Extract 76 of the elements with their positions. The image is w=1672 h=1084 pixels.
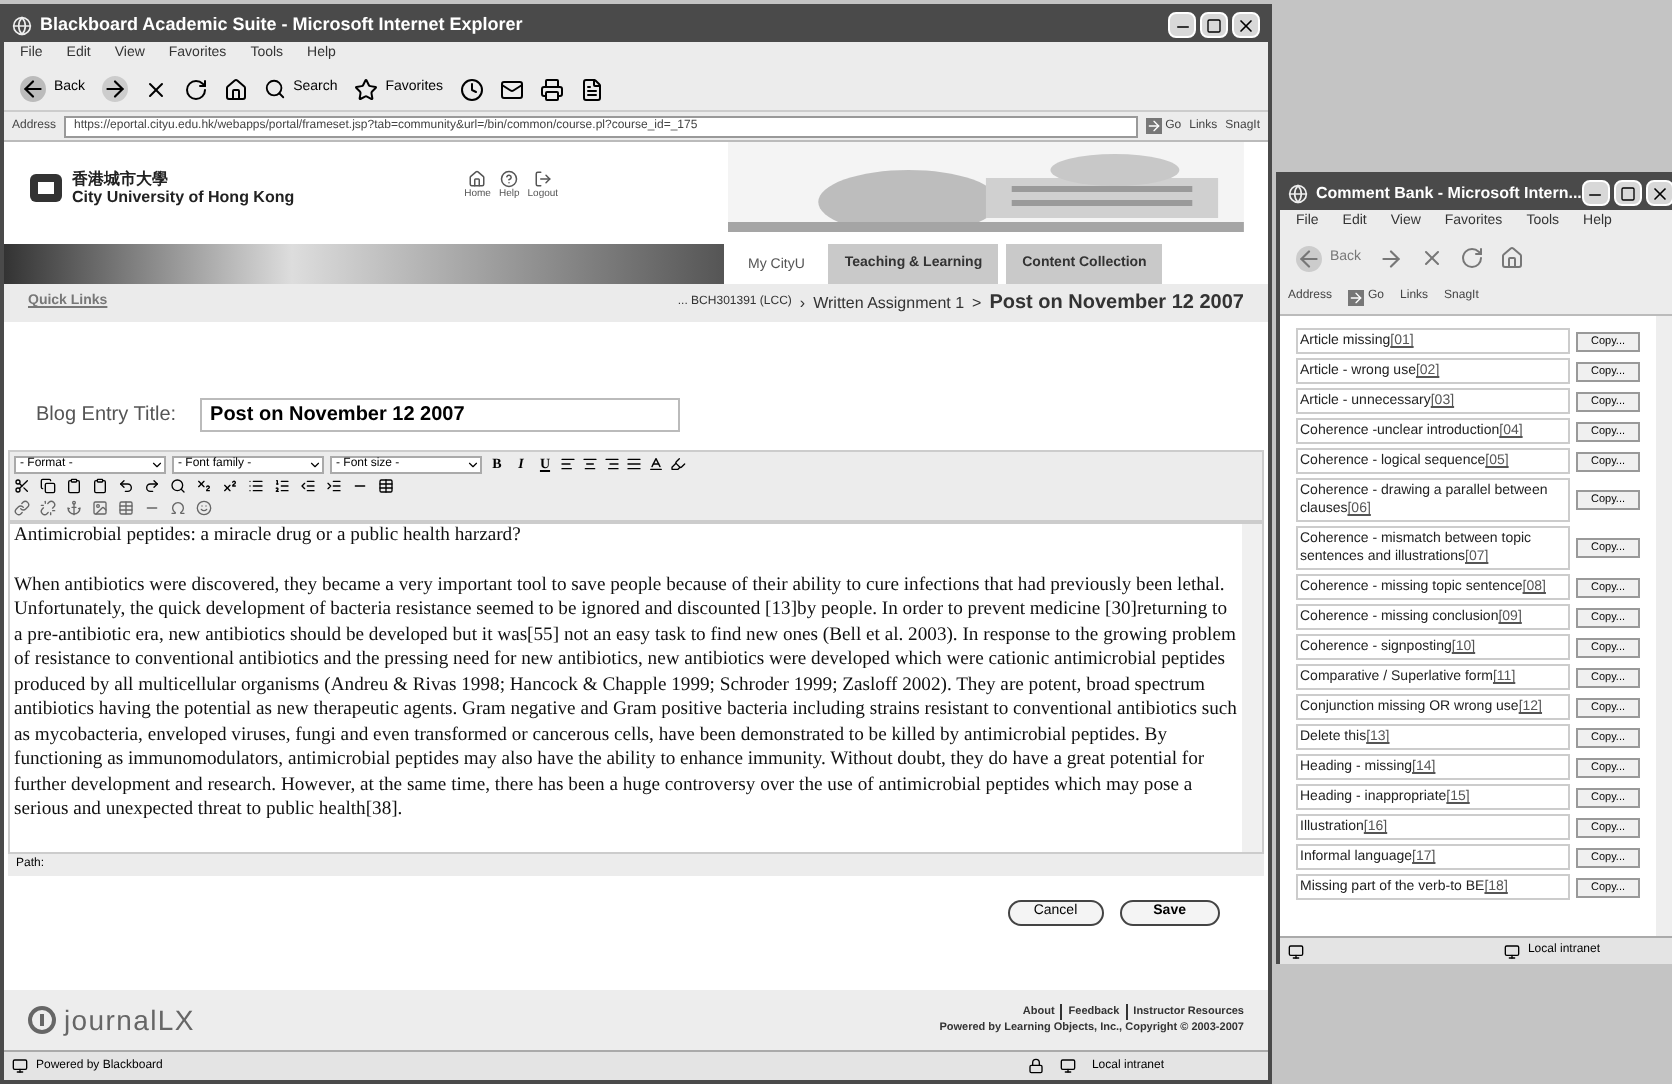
copy-icon[interactable] [40, 478, 56, 494]
link-icon[interactable] [14, 500, 30, 516]
minimize-button[interactable] [1168, 12, 1196, 38]
chevron-down-icon [466, 457, 480, 471]
monitor-icon [1059, 1058, 1076, 1074]
mail-button[interactable] [499, 77, 524, 101]
blog-title-label: Blog Entry Title: [36, 401, 177, 429]
bullet-list-icon[interactable] [248, 478, 264, 494]
university-logo-icon [28, 169, 64, 205]
monitor-icon [1503, 943, 1520, 959]
edit-button[interactable] [579, 77, 604, 101]
history-button[interactable] [459, 77, 484, 101]
close-icon [1649, 183, 1670, 203]
align-right-icon[interactable] [604, 456, 620, 472]
align-justify-icon[interactable] [626, 456, 642, 472]
align-left-icon[interactable] [560, 456, 576, 472]
refresh-button[interactable] [183, 77, 208, 101]
redo-icon[interactable] [144, 478, 160, 494]
breadcrumb-current: Post on November 12 2007 [989, 290, 1244, 318]
lock-icon [1027, 1058, 1044, 1074]
indent-icon[interactable] [326, 478, 342, 494]
align-center-icon[interactable] [582, 456, 598, 472]
help-icon [500, 170, 519, 189]
chevron-down-icon [150, 457, 164, 471]
clipboard-icon[interactable] [66, 478, 82, 494]
scrollbar[interactable] [1656, 316, 1672, 936]
breadcrumb-separator: › [799, 291, 806, 315]
stop-button[interactable] [143, 77, 168, 101]
subscript-icon[interactable] [196, 478, 212, 494]
anchor-icon[interactable] [66, 500, 82, 516]
forward-button[interactable] [101, 76, 128, 102]
maximize-icon [1206, 17, 1222, 33]
outdent-icon[interactable] [300, 478, 316, 494]
window-title: Comment Bank - Microsoft Intern... [1316, 181, 1582, 205]
window-title: Blackboard Academic Suite - Microsoft Internet Explorer [40, 11, 523, 38]
close-button[interactable] [1645, 180, 1672, 206]
undo-icon[interactable] [118, 478, 134, 494]
close-icon [1236, 15, 1256, 35]
blog-title-field[interactable]: Post on November 12 2007 [200, 397, 681, 431]
scrollbar[interactable] [1242, 524, 1262, 852]
star-icon [353, 77, 378, 101]
unlink-icon[interactable] [40, 500, 56, 516]
image-icon[interactable] [92, 500, 108, 516]
scissors-icon[interactable] [14, 478, 30, 494]
search-icon [263, 78, 286, 100]
browser-icon [12, 15, 32, 35]
chevron-down-icon [308, 457, 322, 471]
maximize-icon [1619, 185, 1636, 201]
search-icon[interactable] [170, 478, 186, 494]
close-button[interactable] [1232, 12, 1260, 38]
logout-icon [533, 170, 552, 189]
highlight-icon[interactable] [670, 456, 686, 472]
journal-logo-text: journalLX [64, 1001, 195, 1040]
maximize-button[interactable] [1613, 180, 1642, 206]
maximize-button[interactable] [1200, 12, 1228, 38]
journal-logo-icon [28, 1006, 56, 1034]
house-icon [468, 170, 487, 189]
university-chinese-name: 香港城市大學 [72, 169, 170, 187]
breadcrumb-link[interactable]: Written Assignment 1 [813, 291, 965, 315]
breadcrumb-separator: > [972, 291, 982, 315]
browser-icon [1288, 183, 1308, 203]
omega-icon[interactable] [170, 500, 186, 516]
university-name: City University of Hong Kong [72, 187, 295, 205]
monitor-icon [12, 1058, 28, 1074]
essay-paragraph: When antibiotics were discovered, they became a very important tool to save people because of their ability to cure infections that had previously been lethal. Unfortunately, the quick development of bacteria resistance seemed to be ignored and discounted [13]by people. In order to prevent medicine [30]returning to a pre-antibiotic era, new antibiotics should be developed but it was[55] not an easy task to find new ones (Bell et al. 2003). In response to the growing problem of resistance to conventional antibiotics and the pressing need for new antibiotics, new antibiotics were developed which were cationic antimicrobial peptides produced by all multicellular organisms (Andreu & Rivas 1998; Hancock & Chapple 1999; Schroder 1999; Zasloff 2002). They are potent, broad spectrum antibiotics having the potential as new therapeutic agents. Gram negative and Gram positive bacteria including strains resistant to conventional antibiotics such as mycobacteria, enveloped viruses, fungi and even transformed or cancerous cells, have been demonstrated to be killed by antimicrobial peptides. By functioning as immunomodulators, antimicrobial peptides may also have the ability to enhance immunity. Without doubt, they do have a great potential for further development and research. However, at the same time, there has been a huge controversy over the use of antimicrobial peptides which may pose a serious and unexpected threat to public health[38]. [14, 573, 1238, 823]
essay-heading: Antimicrobial peptides: a miracle drug or a public health harzard? [14, 524, 523, 549]
smiley-icon[interactable] [196, 500, 212, 516]
editor-text-area[interactable] [8, 522, 1264, 854]
superscript-icon[interactable] [222, 478, 238, 494]
numbered-list-icon[interactable] [274, 478, 290, 494]
table-icon[interactable] [378, 478, 394, 494]
text-color-icon[interactable] [648, 456, 664, 472]
clipboard-icon[interactable] [92, 478, 108, 494]
print-button[interactable] [539, 77, 564, 101]
home-button[interactable] [223, 77, 248, 101]
minimize-button[interactable] [1581, 180, 1610, 206]
